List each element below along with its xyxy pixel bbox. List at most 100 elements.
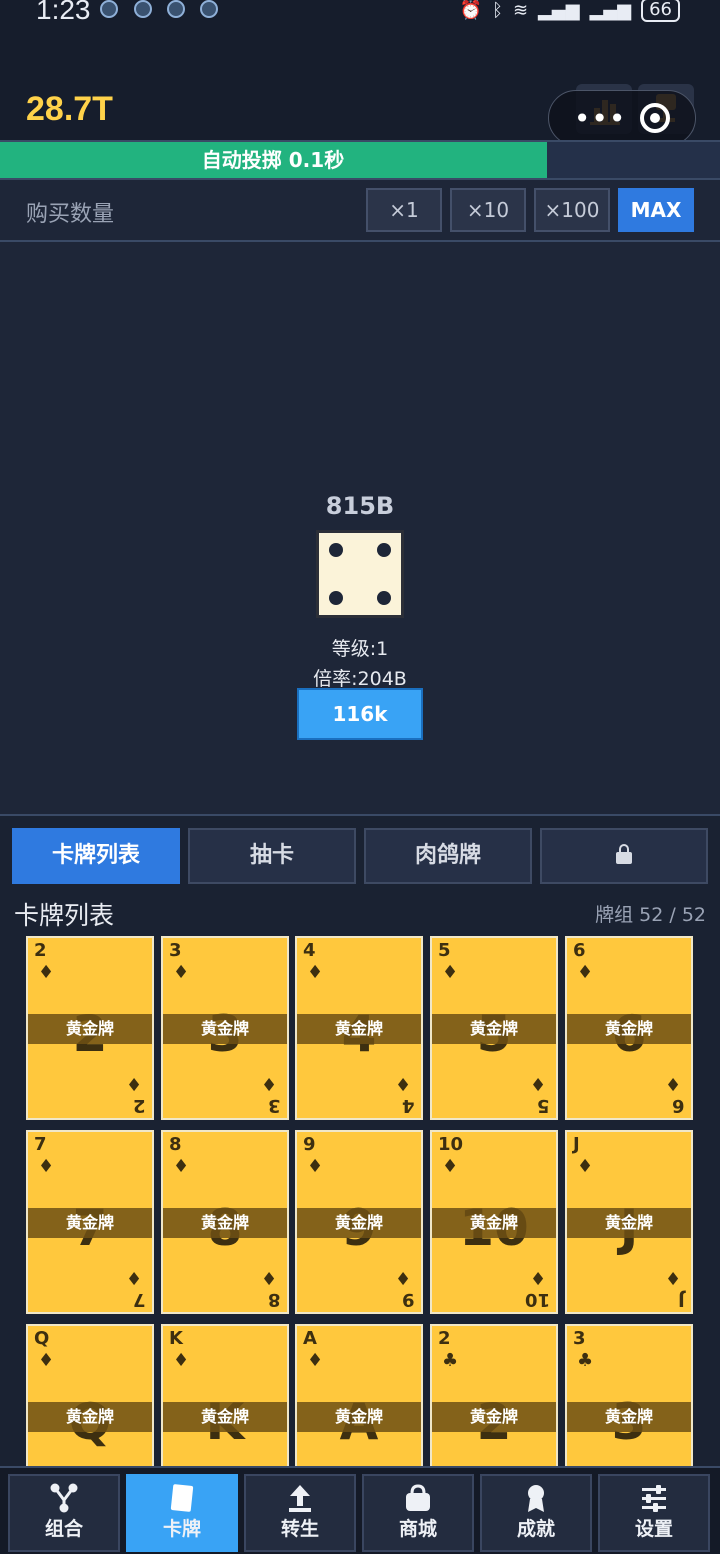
card-rank: 5 <box>537 1095 550 1116</box>
wifi-icon: ≋ <box>512 0 529 21</box>
card-suit-icon: ♣ <box>577 1350 594 1371</box>
shop-icon <box>406 1484 430 1511</box>
dice-pip <box>329 543 343 557</box>
card-tier-label: 黄金牌 <box>28 1014 152 1044</box>
buy-quantity-label: 购买数量 <box>26 202 115 227</box>
card-tier-label: 黄金牌 <box>297 1402 421 1432</box>
bluetooth-icon: ᛒ <box>492 0 503 21</box>
qty-x100-button[interactable]: ×100 <box>534 188 610 232</box>
playing-card[interactable]: 3♦3黄金牌♦3 <box>161 936 289 1120</box>
card-suit-icon: ♦ <box>442 962 459 983</box>
card-suit-icon: ♦ <box>529 1073 546 1094</box>
nav-combo-label: 组合 <box>44 1518 83 1540</box>
auto-roll-progress: 自动投掷 0.1秒 <box>0 140 720 180</box>
achievement-icon <box>528 1485 544 1512</box>
combo-icon <box>50 1483 78 1513</box>
card-list-header: 卡牌列表 牌组 52 / 52 <box>0 886 720 936</box>
playing-card[interactable]: 3♣3黄金牌♣3 <box>565 1324 693 1466</box>
card-tier-label: 黄金牌 <box>163 1208 287 1238</box>
playing-card[interactable]: 2♦2黄金牌♦2 <box>26 936 154 1120</box>
nav-rebirth[interactable]: 转生 <box>244 1474 356 1552</box>
tab-draw-card[interactable]: 抽卡 <box>188 828 356 884</box>
qty-x1-button[interactable]: ×1 <box>366 188 442 232</box>
card-rank: 8 <box>268 1289 281 1310</box>
playing-card[interactable]: 8♦8黄金牌♦8 <box>161 1130 289 1314</box>
playing-card[interactable]: 9♦9黄金牌♦9 <box>295 1130 423 1314</box>
playing-card[interactable]: Q♦Q黄金牌♦Q <box>26 1324 154 1466</box>
card-suit-icon: ♦ <box>260 1073 277 1094</box>
card-tier-label: 黄金牌 <box>432 1014 556 1044</box>
signal-icon: ▂▄▆ <box>589 0 632 21</box>
deck-count: 牌组 52 / 52 <box>595 904 706 926</box>
card-rank: 6 <box>573 940 586 961</box>
playing-card[interactable]: 4♦4黄金牌♦4 <box>295 936 423 1120</box>
notification-icon <box>100 0 118 18</box>
playing-card[interactable]: 6♦6黄金牌♦6 <box>565 936 693 1120</box>
card-rank: 9 <box>402 1289 415 1310</box>
playing-card[interactable]: K♦K黄金牌♦K <box>161 1324 289 1466</box>
dice-pip <box>377 543 391 557</box>
auto-roll-label: 自动投掷 0.1秒 <box>201 148 345 172</box>
card-rank: 5 <box>438 940 451 961</box>
alarm-icon: ⏰ <box>459 0 483 21</box>
qty-max-button[interactable]: MAX <box>618 188 694 232</box>
nav-achievement-label: 成就 <box>516 1518 555 1540</box>
card-rank: Q <box>34 1328 50 1349</box>
battery-icon: 66 <box>641 0 680 22</box>
card-grid: 2♦2黄金牌♦23♦3黄金牌♦34♦4黄金牌♦45♦5黄金牌♦56♦6黄金牌♦6… <box>0 936 720 1466</box>
playing-card[interactable]: 2♣2黄金牌♣2 <box>430 1324 558 1466</box>
card-rank: 2 <box>133 1095 146 1116</box>
nav-combo[interactable]: 组合 <box>8 1474 120 1552</box>
card-rank: 4 <box>402 1095 415 1116</box>
card-rank: 7 <box>34 1134 47 1155</box>
card-list-title: 卡牌列表 <box>14 901 115 930</box>
playing-card[interactable]: 10♦10黄金牌♦10 <box>430 1130 558 1314</box>
card-suit-icon: ♦ <box>664 1267 681 1288</box>
notification-icon <box>200 0 218 18</box>
tab-card-list[interactable]: 卡牌列表 <box>12 828 180 884</box>
card-rank: 3 <box>268 1095 281 1116</box>
tab-roguelike-cards[interactable]: 肉鸽牌 <box>364 828 532 884</box>
more-icon[interactable]: ••• <box>574 102 627 135</box>
dice[interactable] <box>316 530 404 618</box>
notification-icon <box>167 0 185 18</box>
buy-quantity-row: 购买数量 ×1 ×10 ×100 MAX <box>0 180 720 242</box>
nav-cards-label: 卡牌 <box>162 1518 201 1540</box>
nav-settings-label: 设置 <box>634 1518 673 1540</box>
upgrade-dice-button[interactable]: 116k <box>297 688 423 740</box>
card-tier-label: 黄金牌 <box>28 1208 152 1238</box>
playing-card[interactable]: A♦A黄金牌♦A <box>295 1324 423 1466</box>
dice-pip <box>329 591 343 605</box>
nav-shop[interactable]: 商城 <box>362 1474 474 1552</box>
card-rank: 9 <box>303 1134 316 1155</box>
card-rank: 7 <box>133 1289 146 1310</box>
playing-card[interactable]: 5♦5黄金牌♦5 <box>430 936 558 1120</box>
playing-card[interactable]: J♦J黄金牌♦J <box>565 1130 693 1314</box>
card-suit-icon: ♦ <box>307 1350 324 1371</box>
card-tier-label: 黄金牌 <box>163 1402 287 1432</box>
card-rank: J <box>678 1289 685 1310</box>
game-screen: 1:23 ⏰ ᛒ ≋ ▂▄▆ ▂▄▆ 66 28.7T ••• 自动投掷 0.1… <box>0 0 720 1554</box>
card-tier-label: 黄金牌 <box>28 1402 152 1432</box>
nav-settings[interactable]: 设置 <box>598 1474 710 1552</box>
dice-multiplier: 倍率:204B <box>313 668 407 690</box>
card-suit-icon: ♦ <box>442 1156 459 1177</box>
close-mini-program-icon[interactable] <box>640 103 671 133</box>
qty-x10-button[interactable]: ×10 <box>450 188 526 232</box>
dice-level: 等级:1 <box>331 638 389 660</box>
nav-cards[interactable]: 卡牌 <box>126 1474 238 1552</box>
card-suit-icon: ♦ <box>125 1267 142 1288</box>
playing-card[interactable]: 7♦7黄金牌♦7 <box>26 1130 154 1314</box>
money-counter: 28.7T <box>26 90 113 128</box>
nav-achievement[interactable]: 成就 <box>480 1474 592 1552</box>
card-suit-icon: ♦ <box>394 1073 411 1094</box>
tab-locked[interactable] <box>540 828 708 884</box>
card-suit-icon: ♦ <box>125 1073 142 1094</box>
status-bar: 1:23 ⏰ ᛒ ≋ ▂▄▆ ▂▄▆ 66 <box>0 0 720 28</box>
mini-program-capsule[interactable]: ••• <box>548 90 696 146</box>
card-tier-label: 黄金牌 <box>297 1208 421 1238</box>
nav-shop-label: 商城 <box>398 1518 437 1540</box>
rebirth-icon <box>289 1485 311 1512</box>
card-rank: 4 <box>303 940 316 961</box>
nav-rebirth-label: 转生 <box>280 1518 319 1540</box>
